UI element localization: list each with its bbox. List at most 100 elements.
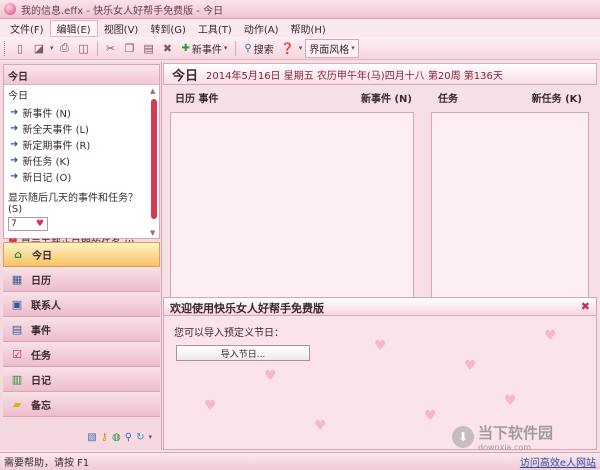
toolbar: ▯ ◪ ▾ ⎙ ◫ ✂ ❐ ▤ ✖ ✚ 新事件 ▾ ⚲ 搜索 ❓ ▾ 界面风格 ▾ [0, 37, 600, 60]
title-bar: 我的信息.effx - 快乐女人好帮手免费版 - 今日 [0, 0, 600, 19]
nav-tasks[interactable]: ☑ 任务 [3, 342, 160, 367]
delete-icon[interactable]: ✖ [160, 40, 176, 56]
calendar-event-list[interactable] [170, 112, 414, 298]
menu-tools[interactable]: 工具(T) [192, 21, 238, 36]
today-panel-header: 今日 [4, 65, 159, 85]
days-question: 显示随后几天的事件和任务？ (S) [8, 193, 138, 215]
globe-icon[interactable]: ◍ [112, 432, 121, 443]
print-icon[interactable]: ⎙ [57, 40, 73, 56]
help-icon[interactable]: ❓ [280, 40, 296, 56]
watermark-brand: 当下软件园 [478, 424, 554, 442]
menu-help[interactable]: 帮助(H) [284, 21, 331, 36]
today-panel-scrollbar[interactable]: ▲ ▼ [150, 87, 158, 237]
nav-label: 备忘 [31, 400, 51, 412]
heart-decoration-icon: ♥ [374, 338, 387, 354]
nav-label: 联系人 [31, 300, 61, 312]
heart-decoration-icon: ♥ [204, 398, 217, 414]
menu-actions[interactable]: 动作(A) [238, 21, 285, 36]
menu-file[interactable]: 文件(F) [4, 21, 50, 36]
action-new-diary[interactable]: ➜ 新日记 (O) [4, 168, 159, 184]
open-dropdown-icon[interactable]: ▾ [50, 44, 54, 52]
arrow-right-icon: ➜ [10, 122, 19, 134]
days-input[interactable]: 7 ♥ [8, 217, 48, 231]
action-label: 新任务 (K) [22, 156, 70, 168]
nav-shortcut-bar: ▧ ⚷ ◍ ⚲ ↻ ▾ [3, 427, 160, 447]
chevron-down-icon[interactable]: ▾ [148, 433, 152, 441]
menu-edit[interactable]: 编辑(E) [49, 19, 98, 37]
nav-label: 日历 [31, 275, 51, 287]
action-label: 新日记 (O) [22, 172, 72, 184]
heart-decoration-icon: ♥ [264, 368, 277, 384]
nav-label: 日记 [31, 375, 51, 387]
chevron-down-icon: ▾ [223, 44, 228, 52]
date-header: 今日 2014年5月16日 星期五 农历甲午年(马)四月十八 第20周 第136… [163, 63, 597, 85]
watermark-url: downxia.com [478, 443, 532, 452]
import-holidays-button[interactable]: 导入节日... [176, 345, 310, 361]
help-dropdown-icon[interactable]: ▾ [299, 44, 303, 52]
tasks-new-task-link[interactable]: 新任务 (K) [532, 90, 582, 105]
welcome-header: 欢迎使用快乐女人好帮手免费版 ✖ [164, 298, 596, 316]
days-value: 7 [11, 219, 17, 229]
action-new-task[interactable]: ➜ 新任务 (K) [4, 152, 159, 168]
today-label: 今日 [172, 68, 199, 84]
action-new-event[interactable]: ➜ 新事件 (N) [4, 104, 159, 120]
search-icon: ⚲ [244, 42, 252, 54]
nav-label: 事件 [31, 325, 51, 337]
heart-decoration-icon: ♥ [424, 408, 437, 424]
close-icon[interactable]: ✖ [581, 300, 590, 313]
ui-style-button[interactable]: 界面风格 ▾ [305, 38, 359, 58]
new-event-label: 新事件 [191, 44, 222, 56]
calendar-events-header: 日历 事件 [175, 93, 219, 105]
nav-events[interactable]: ▤ 事件 [3, 317, 160, 342]
scroll-up-icon[interactable]: ▲ [150, 87, 155, 95]
nav-diary[interactable]: ▥ 日记 [3, 367, 160, 392]
status-bar: 需要帮助，请按 F1 访问高效e人网站 [0, 452, 600, 470]
welcome-title: 欢迎使用快乐女人好帮手免费版 [170, 302, 324, 315]
menu-view[interactable]: 视图(V) [98, 21, 145, 36]
action-label: 新全天事件 (L) [22, 124, 89, 136]
paste-icon[interactable]: ▤ [141, 40, 157, 56]
today-panel: 今日 今日 ➜ 新事件 (N) ➜ 新全天事件 (L) ➜ 新定期事件 (R) ➜ 新任… [3, 64, 160, 250]
search-icon[interactable]: ⚲ [125, 432, 132, 443]
status-help-text: 需要帮助，请按 F1 [4, 458, 90, 469]
scroll-thumb[interactable] [151, 99, 157, 219]
diary-icon: ▥ [11, 372, 23, 386]
left-pane: 今日 今日 ➜ 新事件 (N) ➜ 新全天事件 (L) ➜ 新定期事件 (R) ➜ 新任… [0, 62, 162, 450]
calendar-icon: ▦ [11, 272, 23, 286]
print-preview-icon[interactable]: ◫ [76, 40, 92, 56]
calendar-new-event-link[interactable]: 新事件 (N) [361, 90, 412, 105]
copy-icon[interactable]: ❐ [122, 40, 138, 56]
open-folder-icon[interactable]: ◪ [31, 40, 47, 56]
refresh-icon[interactable]: ↻ [136, 432, 144, 443]
action-new-recurring-event[interactable]: ➜ 新定期事件 (R) [4, 136, 159, 152]
contacts-icon: ▣ [11, 297, 23, 311]
nav-calendar[interactable]: ▦ 日历 [3, 267, 160, 292]
events-icon: ▤ [11, 322, 23, 336]
nav-memo[interactable]: ▰ 备忘 [3, 392, 160, 417]
today-sub-title: 今日 [8, 91, 28, 102]
clipboard-icon[interactable]: ▧ [87, 432, 96, 443]
nav-today[interactable]: ⌂ 今日 [3, 242, 160, 267]
task-column-headers: 任务 新任务 (K) [438, 89, 582, 105]
memo-icon: ▰ [12, 397, 22, 411]
search-button[interactable]: ⚲ 搜索 [241, 40, 276, 57]
action-label: 新事件 (N) [22, 108, 71, 120]
task-list[interactable] [431, 112, 589, 298]
cut-icon[interactable]: ✂ [103, 40, 119, 56]
heart-spinner-icon[interactable]: ♥ [36, 219, 44, 229]
calendar-column-headers: 日历 事件 新事件 (N) [175, 89, 412, 105]
action-label: 新定期事件 (R) [22, 140, 91, 152]
app-icon [4, 3, 16, 15]
menu-goto[interactable]: 转到(G) [144, 21, 192, 36]
action-new-allday-event[interactable]: ➜ 新全天事件 (L) [4, 120, 159, 136]
key-icon[interactable]: ⚷ [101, 432, 108, 443]
website-link[interactable]: 访问高效e人网站 [520, 454, 596, 469]
arrow-right-icon: ➜ [10, 138, 19, 150]
new-document-icon[interactable]: ▯ [12, 40, 28, 56]
nav-label: 今日 [32, 251, 52, 262]
window-title: 我的信息.effx - 快乐女人好帮手免费版 - 今日 [21, 5, 224, 17]
new-event-button[interactable]: ✚ 新事件 ▾ [179, 40, 231, 57]
toolbar-grip[interactable] [4, 40, 7, 56]
scroll-down-icon[interactable]: ▼ [150, 229, 155, 237]
nav-contacts[interactable]: ▣ 联系人 [3, 292, 160, 317]
